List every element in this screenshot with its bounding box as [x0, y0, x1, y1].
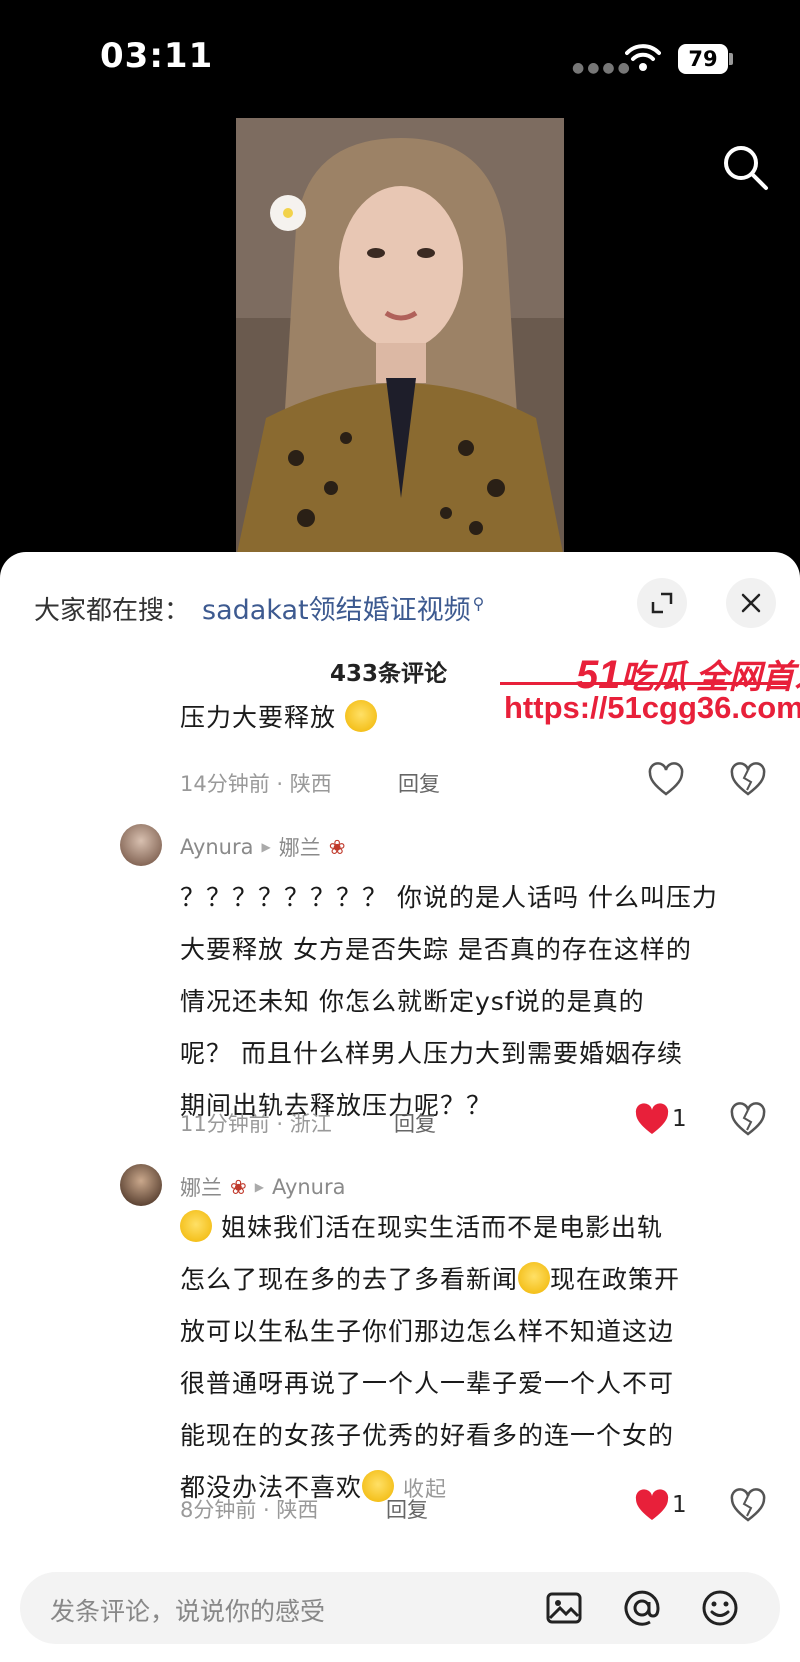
reply-arrow-icon: ▶ — [261, 840, 271, 854]
sheet-header: 大家都在搜： sadakat领结婚证视频 ⚲ 433条评论 — [0, 552, 800, 687]
reply-button[interactable]: 回复 — [386, 1494, 428, 1524]
comment-line: 呢？ 而且什么样男人压力大到需要婚姻存续 — [180, 1039, 683, 1068]
crying-laughing-emoji-icon — [518, 1262, 551, 1294]
crying-laughing-emoji-icon — [180, 1210, 212, 1242]
trending-query: sadakat领结婚证视频 — [202, 595, 471, 626]
comment-line: 情况还未知 你怎么就断定ysf说的是真的 — [180, 987, 645, 1016]
heart-filled-icon[interactable] — [632, 1100, 672, 1140]
status-time: 03:11 — [100, 36, 214, 76]
comment-sheet: 大家都在搜： sadakat领结婚证视频⚲ 433条评论 51吃瓜 全网首发 h… — [0, 552, 800, 1662]
comment-line: 姐妹我们活在现实生活而不是电影出轨 — [220, 1213, 663, 1242]
search-small-icon: ⚲ — [472, 594, 485, 613]
comment-time-location: 11分钟前 · 浙江 — [180, 1112, 332, 1136]
comment-line: 现在政策开 — [550, 1265, 681, 1294]
close-button[interactable] — [726, 578, 776, 628]
expand-button[interactable] — [637, 578, 687, 628]
comment-text: 姐妹我们活在现实生活而不是电影出轨 怎么了现在多的去了多看新闻 现在政策开 放可以… — [180, 1202, 770, 1515]
comment-username[interactable]: 娜兰 — [180, 1172, 222, 1202]
trending-label: 大家都在搜： — [34, 596, 191, 626]
smile-emoji-icon — [344, 700, 377, 732]
comment-time-location: 14分钟前 · 陕西 — [180, 772, 332, 796]
expand-icon — [651, 592, 673, 614]
emoji-icon[interactable] — [700, 1588, 740, 1628]
close-icon — [741, 593, 761, 613]
trending-search-link[interactable]: sadakat领结婚证视频 ⚲ — [202, 588, 484, 627]
broken-heart-icon[interactable] — [728, 760, 768, 800]
wifi-icon — [625, 44, 661, 71]
video-frame — [236, 118, 564, 558]
comment-username[interactable]: Aynura — [180, 835, 254, 859]
comment-user-line: Aynura ▶ 娜兰 ❀ — [180, 832, 346, 862]
at-icon[interactable] — [622, 1588, 662, 1628]
status-bar: 03:11 ●●●● 79 — [0, 0, 800, 110]
reply-to-username[interactable]: 娜兰 — [279, 832, 321, 862]
battery-indicator: 79 — [678, 44, 728, 74]
avatar[interactable] — [120, 824, 162, 866]
cellular-signal-icon: ●●●● — [572, 60, 633, 76]
comment-input[interactable]: 发条评论，说说你的感受 — [20, 1572, 780, 1644]
comment-time-location: 8分钟前 · 陕西 — [180, 1498, 319, 1522]
heart-outline-icon[interactable] — [646, 760, 686, 800]
heart-filled-icon[interactable] — [632, 1486, 672, 1526]
reply-button[interactable]: 回复 — [394, 1108, 436, 1138]
reply-button[interactable]: 回复 — [398, 768, 440, 798]
comment-line: 大要释放 女方是否失踪 是否真的存在这样的 — [180, 935, 692, 964]
broken-heart-icon[interactable] — [728, 1486, 768, 1526]
search-icon[interactable] — [718, 140, 774, 196]
comment-user-line: 娜兰 ❀ ▶ Aynura — [180, 1172, 346, 1202]
flower-emoji-icon: ❀ — [230, 1175, 247, 1199]
comment-count: 433条评论 — [330, 661, 448, 687]
comment-text: 压力大要释放 — [180, 692, 770, 744]
comment-line: 怎么了现在多的去了多看新闻 — [180, 1265, 519, 1294]
watermark-divider — [500, 682, 790, 685]
flower-emoji-icon: ❀ — [328, 835, 346, 859]
image-icon[interactable] — [544, 1588, 584, 1628]
video-player[interactable] — [236, 118, 564, 558]
reply-to-username[interactable]: Aynura — [272, 1175, 346, 1199]
comment-text-content: 压力大要释放 — [180, 703, 337, 732]
reply-arrow-icon: ▶ — [254, 1180, 264, 1194]
broken-heart-icon[interactable] — [728, 1100, 768, 1140]
comment-line: 很普通呀再说了一个人一辈子爱一个人不可 — [180, 1369, 675, 1398]
comment-line: 放可以生私生子你们那边怎么样不知道这边 — [180, 1317, 675, 1346]
like-count: 1 — [672, 1492, 687, 1518]
like-count: 1 — [672, 1106, 687, 1132]
comment-text: ？？？？？？？？ 你说的是人话吗 什么叫压力 大要释放 女方是否失踪 是否真的存… — [180, 872, 770, 1132]
battery-tip — [729, 53, 733, 65]
comment-line: 能现在的女孩子优秀的好看多的连一个女的 — [180, 1421, 675, 1450]
comment-input-placeholder: 发条评论，说说你的感受 — [50, 1597, 326, 1626]
comment-line: ？？？？？？？？ 你说的是人话吗 什么叫压力 — [180, 883, 718, 912]
avatar[interactable] — [120, 1164, 162, 1206]
